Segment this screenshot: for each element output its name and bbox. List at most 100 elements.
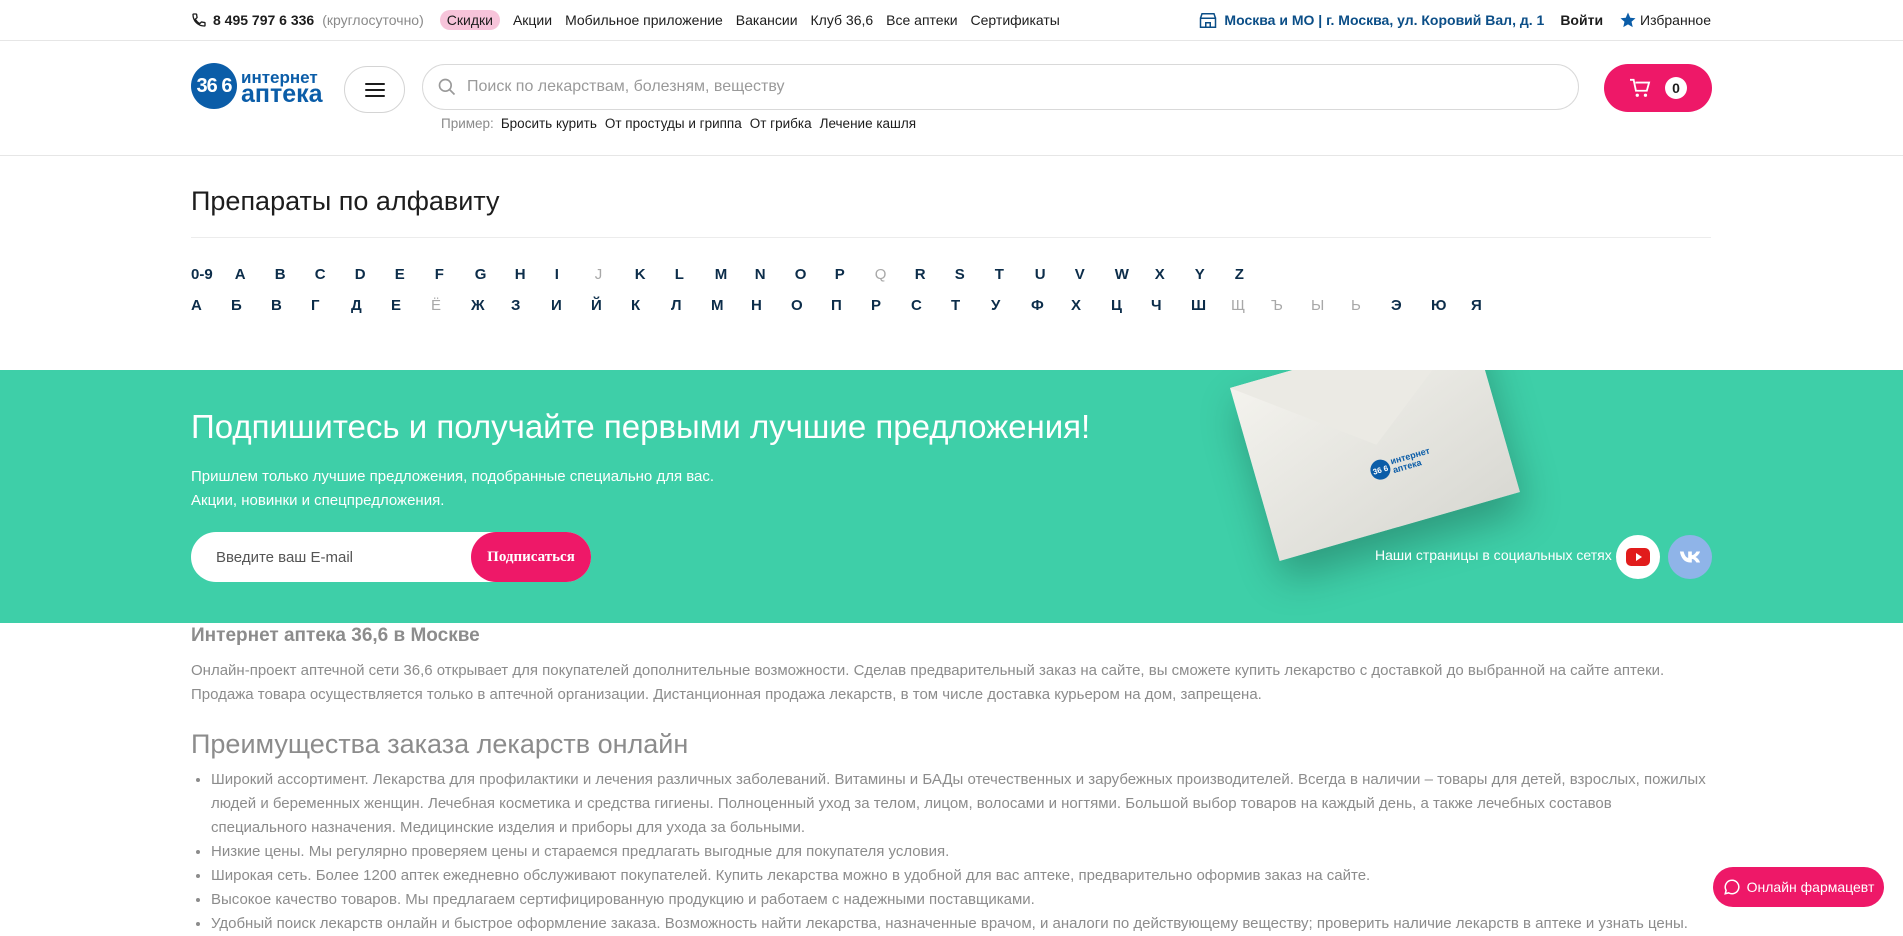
cart-button[interactable]: 0 <box>1604 64 1712 112</box>
letter-link[interactable]: З <box>511 297 529 314</box>
letter-link[interactable]: Z <box>1235 266 1253 283</box>
letter-link[interactable]: O <box>795 266 813 283</box>
search-input[interactable] <box>467 78 1547 96</box>
subscribe-line1: Пришлем только лучшие предложения, подоб… <box>191 468 715 485</box>
letter-link[interactable]: Л <box>671 297 689 314</box>
nav-vacancies[interactable]: Вакансии <box>736 12 798 28</box>
letter-link[interactable]: K <box>635 266 653 283</box>
letter-link[interactable]: A <box>235 266 253 283</box>
email-input[interactable] <box>216 548 456 566</box>
letter-link[interactable]: Э <box>1391 297 1409 314</box>
example-link[interactable]: Бросить курить <box>501 116 597 131</box>
letter-link[interactable]: Y <box>1195 266 1213 283</box>
phone-icon <box>192 13 206 27</box>
letter-link[interactable]: Й <box>591 297 609 314</box>
letter-link[interactable]: I <box>555 266 573 283</box>
letter-link: Щ <box>1231 297 1246 314</box>
letter-link[interactable]: Н <box>751 297 769 314</box>
letter-link[interactable]: Г <box>311 297 329 314</box>
pharmacist-label: Онлайн фармацевт <box>1746 879 1875 895</box>
subscribe-title: Подпишитесь и получайте первыми лучшие п… <box>191 408 1091 445</box>
benefits-list: Широкий ассортимент. Лекарства для профи… <box>191 768 1711 936</box>
list-item: Удобный поиск лекарств онлайн и быстрое … <box>211 912 1711 936</box>
letter-link[interactable]: У <box>991 297 1009 314</box>
nav-certificates[interactable]: Сертификаты <box>971 12 1060 28</box>
letter-link[interactable]: Ж <box>471 297 489 314</box>
letter-link[interactable]: Я <box>1471 297 1489 314</box>
letter-link[interactable]: С <box>911 297 929 314</box>
letter-link[interactable]: Ш <box>1191 297 1209 314</box>
letter-link[interactable]: Б <box>231 297 249 314</box>
letter-link[interactable]: E <box>395 266 413 283</box>
online-pharmacist-button[interactable]: Онлайн фармацевт <box>1713 867 1884 907</box>
letter-link[interactable]: К <box>631 297 649 314</box>
store-icon <box>1200 12 1217 28</box>
example-link[interactable]: Лечение кашля <box>820 116 916 131</box>
alphabet-section: Препараты по алфавиту 0-9 A B C D E F G H I J K L M N O… <box>191 186 1711 314</box>
nav-discounts[interactable]: Скидки <box>439 10 500 30</box>
letter-link[interactable]: X <box>1155 266 1173 283</box>
letter-link[interactable]: М <box>711 297 729 314</box>
letter-link[interactable]: P <box>835 266 853 283</box>
example-link[interactable]: От простуды и гриппа <box>605 116 742 131</box>
list-item: Высокое качество товаров. Мы предлагаем … <box>211 888 1711 912</box>
letter-link[interactable]: D <box>355 266 373 283</box>
letter-link[interactable]: H <box>515 266 533 283</box>
nav-promotions[interactable]: Акции <box>513 12 552 28</box>
letter-link[interactable]: C <box>315 266 333 283</box>
letter-link[interactable]: L <box>675 266 693 283</box>
letter-link[interactable]: Д <box>351 297 369 314</box>
letter-link[interactable]: F <box>435 266 453 283</box>
letter-link[interactable]: В <box>271 297 289 314</box>
nav-mobile-app[interactable]: Мобильное приложение <box>565 12 723 28</box>
letter-link[interactable]: N <box>755 266 773 283</box>
seo-paragraph: Онлайн-проект аптечной сети 36,6 открыва… <box>191 662 1665 703</box>
letter-link[interactable]: B <box>275 266 293 283</box>
location-selector[interactable]: Москва и МО | г. Москва, ул. Коровий Вал… <box>1199 12 1544 29</box>
latin-letters: 0-9 A B C D E F G H I J K L M N O P Q R S T U V W X Y Z <box>191 266 1711 283</box>
letter-link[interactable]: S <box>955 266 973 283</box>
nav-club[interactable]: Клуб 36,6 <box>811 12 874 28</box>
letter-link: Ъ <box>1271 297 1283 314</box>
letter-link[interactable]: О <box>791 297 809 314</box>
logo[interactable]: 36 6 интернет аптека <box>191 63 323 109</box>
vk-button[interactable] <box>1668 535 1712 579</box>
subscribe-button[interactable]: Подписаться <box>471 532 591 582</box>
letter-link: J <box>594 266 603 283</box>
letter-link[interactable]: А <box>191 297 209 314</box>
letter-link[interactable]: 0-9 <box>191 266 213 283</box>
favorites-link[interactable]: Избранное <box>1619 11 1711 29</box>
phone-number[interactable]: 8 495 797 6 336 <box>213 12 314 28</box>
example-link[interactable]: От грибка <box>750 116 812 131</box>
letter-link[interactable]: W <box>1115 266 1133 283</box>
seo-title: Интернет аптека 36,6 в Москве <box>191 625 480 646</box>
letter-link[interactable]: Ю <box>1431 297 1449 314</box>
letter-link[interactable]: Х <box>1071 297 1089 314</box>
letter-link[interactable]: Ф <box>1031 297 1049 314</box>
letter-link[interactable]: Т <box>951 297 969 314</box>
menu-button[interactable] <box>344 66 405 113</box>
subscribe-description: Пришлем только лучшие предложения, подоб… <box>191 465 714 513</box>
letter-link[interactable]: Ц <box>1111 297 1129 314</box>
letter-link[interactable]: П <box>831 297 849 314</box>
letter-link[interactable]: R <box>915 266 933 283</box>
youtube-button[interactable] <box>1616 535 1660 579</box>
login-link[interactable]: Войти <box>1560 12 1603 28</box>
nav-all-pharmacies[interactable]: Все аптеки <box>886 12 957 28</box>
hamburger-icon <box>364 82 385 97</box>
logo-badge: 36 6 <box>191 63 237 109</box>
seo-section: Интернет аптека 36,6 в Москве Онлайн-про… <box>0 623 1903 936</box>
letter-link[interactable]: U <box>1035 266 1053 283</box>
letter-link: Ы <box>1311 297 1325 314</box>
logo-text: интернет аптека <box>241 69 323 107</box>
letter-link[interactable]: Ч <box>1151 297 1169 314</box>
letter-link[interactable]: T <box>995 266 1013 283</box>
letter-link[interactable]: Р <box>871 297 889 314</box>
letter-link[interactable]: V <box>1075 266 1093 283</box>
favorites-label: Избранное <box>1640 12 1711 28</box>
alphabet-title: Препараты по алфавиту <box>191 186 1711 238</box>
letter-link[interactable]: Е <box>391 297 409 314</box>
letter-link[interactable]: M <box>715 266 733 283</box>
letter-link[interactable]: G <box>475 266 493 283</box>
letter-link[interactable]: И <box>551 297 569 314</box>
